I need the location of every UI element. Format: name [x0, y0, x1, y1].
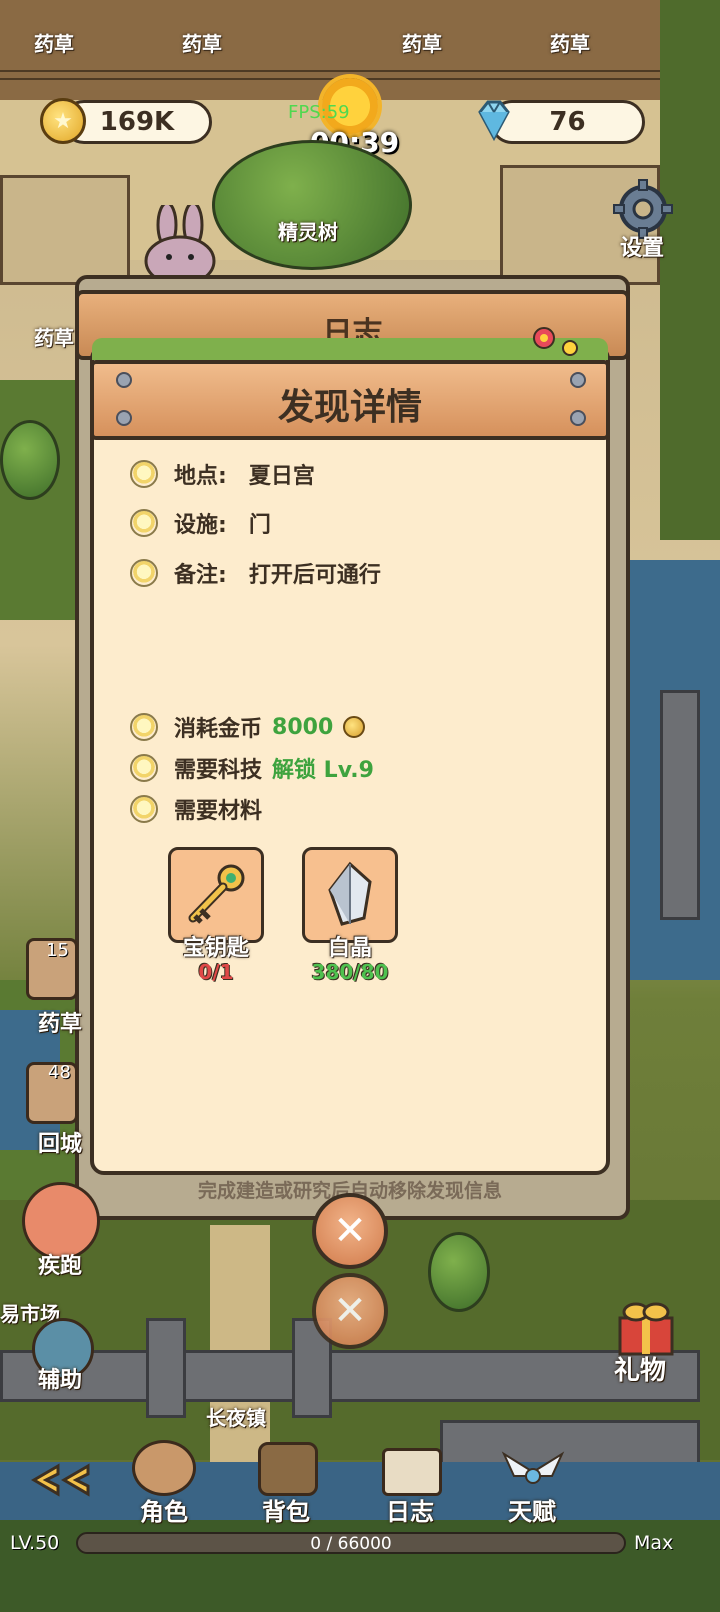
herb-plot-label[interactable]: 药草: [402, 28, 442, 57]
location-row: 地点: 夏日宫: [130, 457, 315, 491]
cost-label: 消耗金币: [174, 717, 263, 742]
materials-row: 需要材料: [130, 792, 262, 826]
flower-icon: [533, 327, 578, 356]
bush: [0, 420, 60, 500]
level-max: Max: [634, 1532, 674, 1554]
gift-label[interactable]: 礼物: [614, 1350, 666, 1387]
herb-plot-label[interactable]: 药草: [182, 28, 222, 57]
grass: [660, 0, 720, 540]
lightbulb-icon: [130, 795, 158, 823]
close-button[interactable]: ✕: [312, 1193, 388, 1269]
character-avatar-icon[interactable]: [132, 1440, 196, 1496]
herb-plot-label[interactable]: 药草: [34, 28, 74, 57]
herb-count: 15: [46, 940, 69, 961]
sprint-label[interactable]: 疾跑: [38, 1248, 82, 1280]
fence: [0, 70, 720, 80]
material-count: 0/1: [198, 960, 234, 984]
exp-progress-bar: 0 / 66000: [76, 1532, 626, 1554]
location-value: 夏日宫: [248, 464, 315, 489]
material-name: 宝钥匙: [182, 936, 249, 961]
spirit-tree[interactable]: [212, 140, 412, 270]
coin-icon: ★: [40, 98, 86, 144]
town-label: 长夜镇: [206, 1406, 266, 1430]
return-city-label[interactable]: 回城: [38, 1126, 82, 1158]
close-button-back[interactable]: ✕: [312, 1273, 388, 1349]
material-count: 380/80: [311, 960, 389, 984]
return-count: 48: [48, 1062, 71, 1083]
lightbulb-icon: [130, 559, 158, 587]
cost-row: 消耗金币 8000: [130, 710, 366, 744]
herb-plot-label[interactable]: 药草: [550, 28, 590, 57]
gate-pillar: [146, 1318, 186, 1418]
exp-text: 0 / 66000: [310, 1534, 392, 1554]
dialog-title: 发现详情: [277, 387, 422, 428]
stone-wall: [660, 690, 700, 920]
nav-bag[interactable]: 背包: [262, 1492, 310, 1527]
gem-amount: 76: [549, 107, 586, 137]
material-name: 白晶: [327, 936, 372, 961]
key-icon: [188, 864, 245, 924]
double-chevron-left-icon[interactable]: [28, 1462, 94, 1498]
tech-label: 需要科技: [174, 758, 263, 783]
nav-log[interactable]: 日志: [386, 1492, 434, 1527]
lightbulb-icon: [130, 713, 158, 741]
note-row: 备注: 打开后可通行: [130, 556, 381, 590]
book-icon[interactable]: [382, 1448, 442, 1496]
lightbulb-icon: [130, 509, 158, 537]
nav-character[interactable]: 角色: [140, 1492, 188, 1527]
tech-value: 解锁 Lv.9: [272, 758, 374, 783]
materials-label: 需要材料: [174, 799, 263, 824]
bush: [428, 1232, 490, 1312]
spirit-tree-label: 精灵树: [278, 220, 338, 244]
diamond-icon: [478, 100, 510, 142]
facility-row: 设施: 门: [130, 506, 271, 540]
coin-icon: [343, 716, 366, 738]
note-label: 备注:: [174, 563, 227, 588]
lightbulb-icon: [130, 754, 158, 782]
lightbulb-icon: [130, 460, 158, 488]
crystal-icon: [328, 861, 372, 926]
town-wall: [0, 1350, 700, 1402]
fps-counter: FPS:59: [288, 102, 350, 123]
herb-plot-label[interactable]: 药草: [34, 322, 74, 351]
wing-icon[interactable]: [500, 1446, 566, 1498]
backpack-icon[interactable]: [258, 1442, 318, 1496]
dialog-title-banner: 发现详情: [90, 360, 610, 440]
rabbit-npc-icon: [144, 205, 216, 285]
coin-amount: 169K: [99, 107, 175, 137]
note-value: 打开后可通行: [248, 563, 381, 588]
material-crystal-card[interactable]: [302, 847, 398, 943]
assist-label[interactable]: 辅助: [38, 1362, 82, 1394]
facility-value: 门: [248, 513, 271, 538]
cost-value: 8000: [272, 714, 334, 740]
material-key-card[interactable]: [168, 847, 264, 943]
tech-row: 需要科技 解锁 Lv.9: [130, 751, 374, 785]
settings-label[interactable]: 设置: [620, 230, 664, 262]
herb-shortcut-label[interactable]: 药草: [38, 1006, 82, 1038]
nav-talent[interactable]: 天赋: [508, 1492, 556, 1527]
farm-plot: [0, 175, 130, 285]
facility-label: 设施:: [174, 513, 227, 538]
player-level: LV.50: [10, 1532, 60, 1554]
location-label: 地点:: [174, 464, 227, 489]
stone-wall: [440, 1420, 700, 1468]
gift-icon[interactable]: [612, 1296, 680, 1358]
